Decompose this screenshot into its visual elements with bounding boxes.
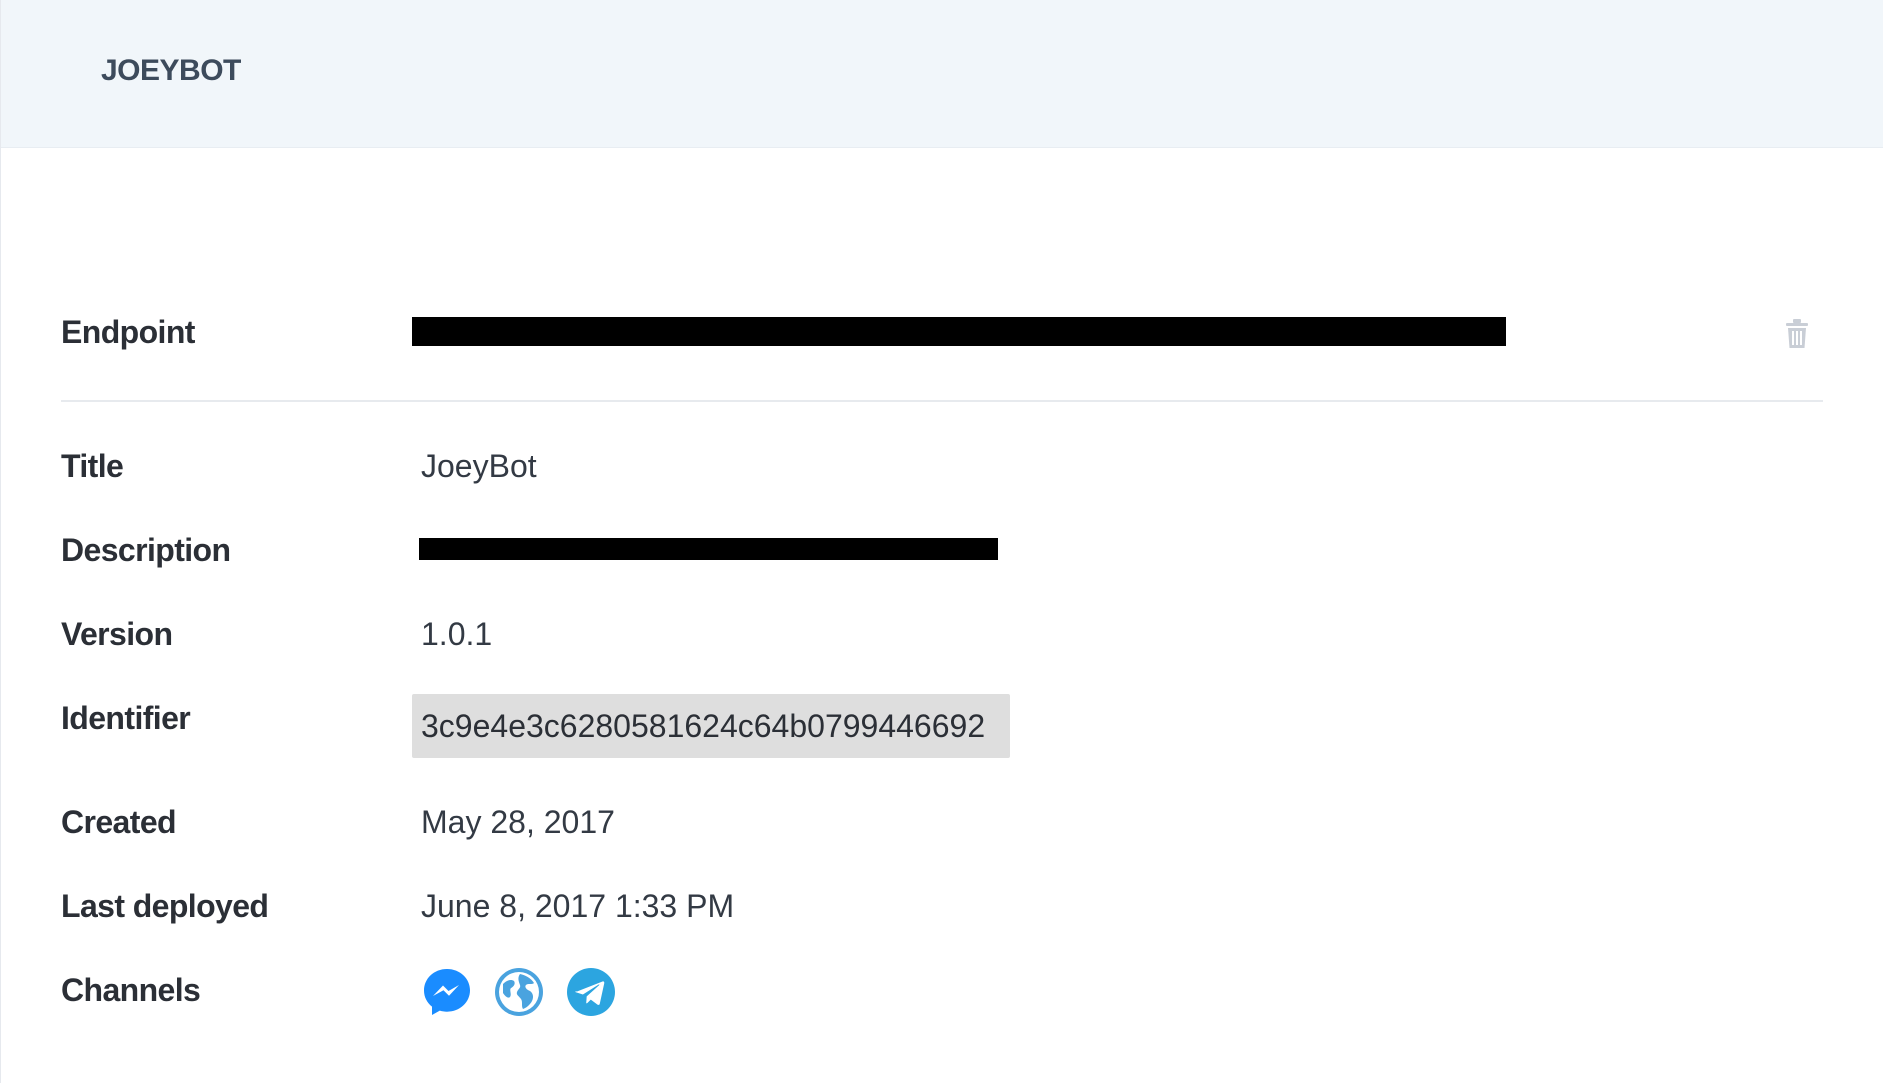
description-label: Description — [61, 532, 231, 568]
messenger-icon[interactable] — [421, 966, 473, 1018]
created-label: Created — [61, 804, 177, 840]
created-value: May 28, 2017 — [421, 804, 615, 840]
divider — [61, 400, 1823, 402]
identifier-value[interactable]: 3c9e4e3c6280581624c64b0799446692 — [421, 708, 985, 745]
endpoint-label: Endpoint — [61, 314, 195, 350]
title-label: Title — [61, 448, 124, 484]
last-deployed-value: June 8, 2017 1:33 PM — [421, 888, 735, 924]
description-value-redacted — [419, 538, 998, 560]
endpoint-value-redacted — [412, 317, 1506, 346]
channels-list — [421, 966, 617, 1018]
identifier-label: Identifier — [61, 700, 191, 736]
page-title: JOEYBOT — [101, 54, 241, 87]
trash-icon[interactable] — [1783, 318, 1811, 350]
bot-details-page: JOEYBOT Endpoint Title JoeyBot Descripti… — [0, 0, 1883, 1083]
version-value: 1.0.1 — [421, 616, 493, 652]
telegram-icon[interactable] — [565, 966, 617, 1018]
version-label: Version — [61, 616, 173, 652]
title-value: JoeyBot — [421, 448, 537, 484]
globe-icon[interactable] — [493, 966, 545, 1018]
last-deployed-label: Last deployed — [61, 888, 269, 924]
channels-label: Channels — [61, 972, 201, 1008]
page-header: JOEYBOT — [1, 0, 1883, 148]
